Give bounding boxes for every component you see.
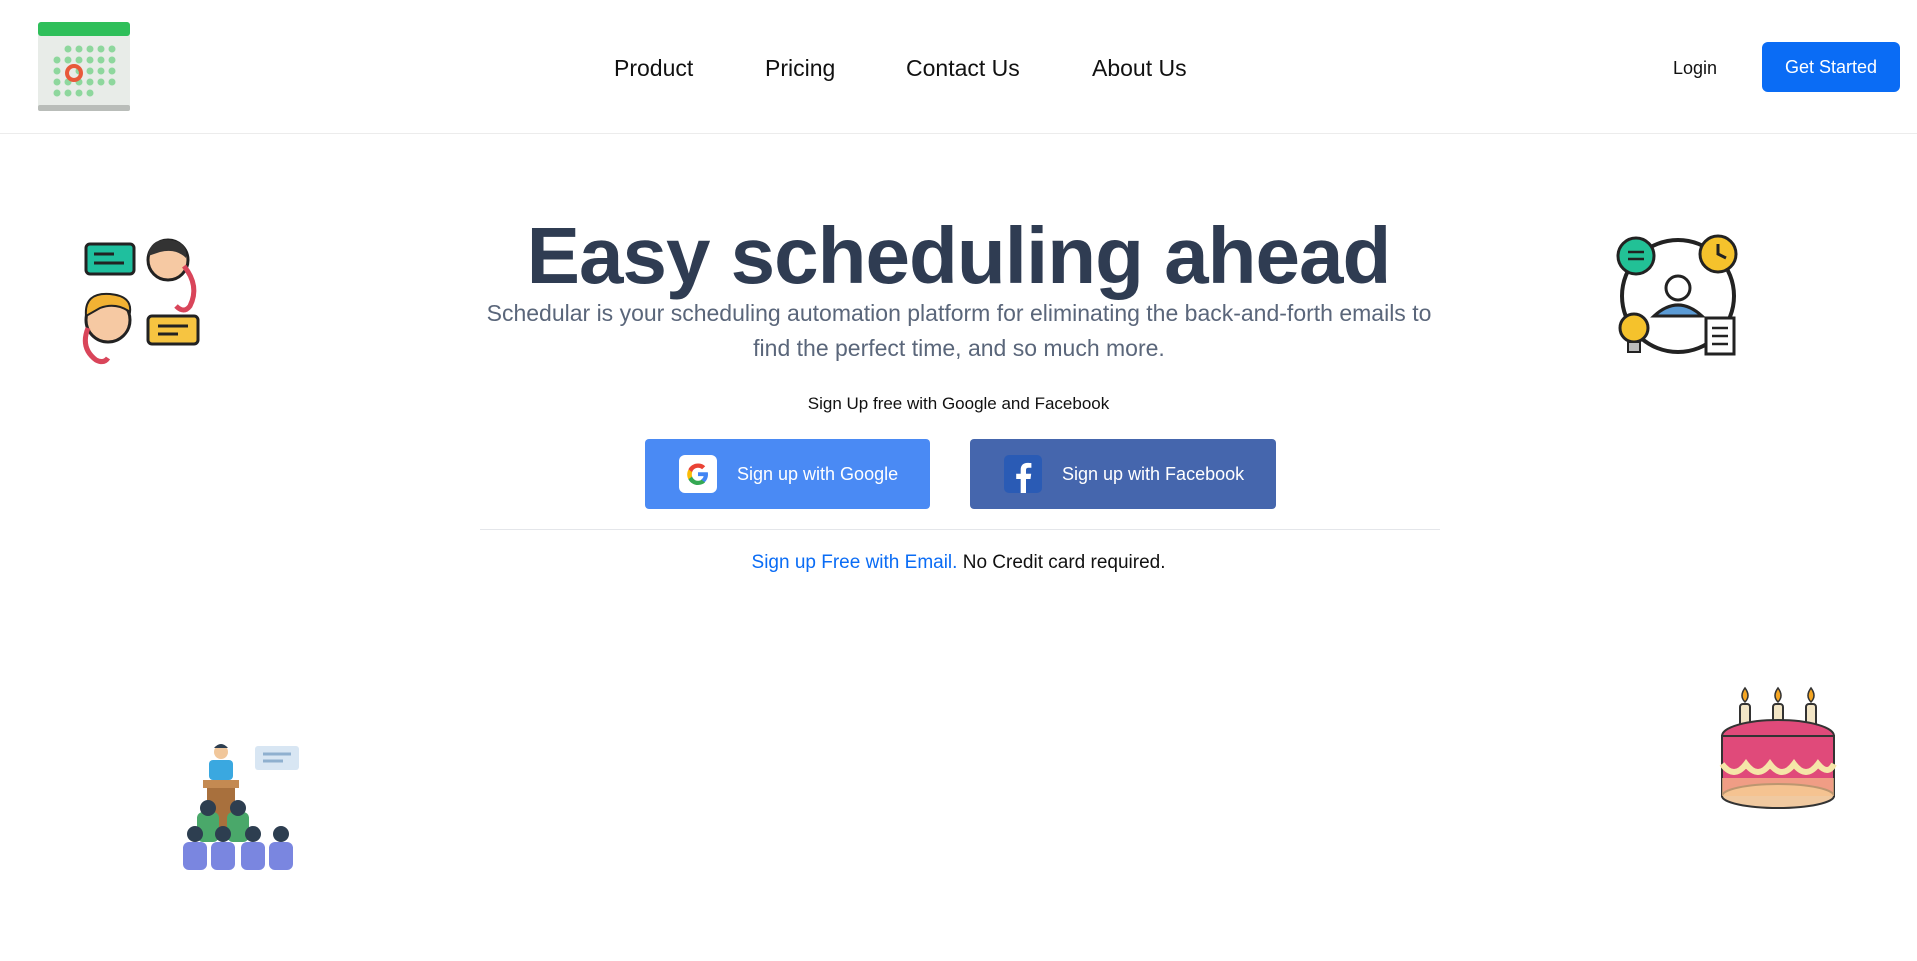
nav-contact-us[interactable]: Contact Us (906, 48, 1020, 88)
login-link[interactable]: Login (1673, 48, 1717, 88)
birthday-cake-icon (1718, 684, 1838, 810)
presentation-audience-icon (183, 742, 303, 870)
main-nav: Product Pricing Contact Us About Us (0, 48, 1917, 88)
chat-people-icon (80, 236, 208, 366)
google-icon (679, 455, 717, 493)
hero-subtitle: Schedular is your scheduling automation … (486, 300, 1432, 361)
divider (480, 529, 1440, 530)
email-signup-line: Sign up Free with Email. No Credit card … (0, 552, 1917, 574)
google-signup-button[interactable]: Sign up with Google (645, 439, 930, 509)
nav-about-us[interactable]: About Us (1092, 48, 1187, 88)
no-credit-card-note: No Credit card required. (962, 552, 1166, 573)
site-header: Product Pricing Contact Us About Us Logi… (0, 0, 1917, 134)
user-network-icon (1612, 232, 1742, 362)
nav-product[interactable]: Product (614, 48, 693, 88)
google-button-label: Sign up with Google (737, 464, 899, 484)
facebook-signup-button[interactable]: Sign up with Facebook (970, 439, 1276, 509)
facebook-button-label: Sign up with Facebook (1062, 464, 1245, 484)
email-signup-link[interactable]: Sign up Free with Email. (752, 552, 958, 573)
nav-pricing[interactable]: Pricing (765, 48, 835, 88)
get-started-button[interactable]: Get Started (1762, 42, 1900, 92)
signup-caption: Sign Up free with Google and Facebook (807, 394, 1110, 413)
facebook-icon (1004, 455, 1042, 493)
